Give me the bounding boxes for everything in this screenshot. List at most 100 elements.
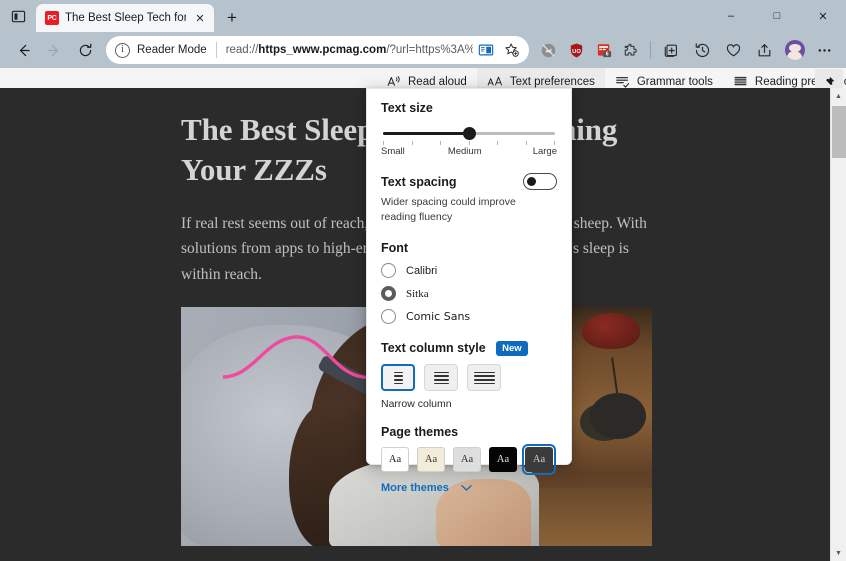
slider-tick [440,141,441,145]
theme-sample-text: Aa [424,454,438,466]
extension-icon-puzzle[interactable] [618,36,645,64]
theme-dark-gray-swatch[interactable]: Aa [522,444,556,476]
tab-search-icon[interactable] [5,4,31,28]
close-button[interactable]: ✕ [800,0,846,32]
grammar-tools-icon [615,74,630,89]
pcmag-favicon: PC [45,11,59,25]
column-line [473,382,495,385]
text-spacing-row: Text spacing [381,173,557,190]
more-themes-link[interactable]: More themes [381,482,449,494]
window-controls: – □ ✕ [708,0,846,32]
font-option-sitka[interactable]: Sitka [381,286,557,302]
theme-sepia-swatch[interactable]: Aa [417,447,445,473]
hero-floor [532,487,652,546]
theme-sample-text: Aa [388,454,402,466]
font-option-calibri[interactable]: Calibri [381,263,557,279]
column-line [433,382,449,385]
column-line [433,378,449,381]
column-style-label: Text column style [381,341,486,356]
slider-tick [525,141,527,145]
font-heading: Font [381,241,409,256]
browser-tab[interactable]: PC The Best Sleep Tech for Catching ✕ [36,4,214,32]
heart-icon[interactable] [718,36,748,64]
text-size-slider[interactable] [383,127,555,140]
theme-sample-text: Aa [496,454,510,466]
share-icon[interactable] [749,36,779,64]
slider-thumb[interactable] [462,127,476,140]
more-options-icon[interactable] [810,36,840,64]
toggle-knob [527,177,536,186]
address-bar[interactable]: i Reader Mode read://https_www.pcmag.com… [106,36,529,64]
column-line [473,375,495,377]
toolbar-divider [650,41,652,59]
forward-arrow-icon[interactable] [39,36,69,64]
page-theme-options: Aa Aa Aa Aa Aa [381,444,557,476]
url-prefix: read:// [225,44,259,56]
maximize-button[interactable]: □ [754,0,800,32]
new-tab-button[interactable]: + [218,4,246,32]
new-badge: New [496,341,528,357]
slider-label-medium: Medium [447,146,482,157]
profile-avatar[interactable] [780,36,809,64]
theme-gray-swatch[interactable]: Aa [453,447,481,473]
column-style-narrow-button[interactable] [381,364,415,392]
back-arrow-icon[interactable] [8,36,38,64]
slider-ticks [383,141,555,145]
minimize-button[interactable]: – [708,0,754,32]
favorite-star-icon[interactable] [499,38,525,62]
text-size-heading: Text size [381,101,433,115]
theme-sample-text: Aa [532,454,546,466]
svg-text:6: 6 [605,51,608,57]
url-domain: https_www.pcmag.com [258,44,387,56]
text-preferences-flyout: Text size Small Medium Large Text spacin… [366,88,572,494]
radio-calibri[interactable] [381,263,396,279]
collections-icon[interactable] [656,36,686,64]
history-icon[interactable] [687,36,717,64]
extension-icon-calendar[interactable]: 6 [591,36,618,64]
text-preferences-icon [487,74,503,89]
tab-actions [0,0,36,32]
vertical-scrollbar[interactable]: ▲ ▼ [830,88,846,561]
text-spacing-toggle[interactable] [523,173,557,190]
immersive-reader-icon[interactable] [473,38,499,62]
column-line [393,378,403,381]
theme-black-swatch[interactable]: Aa [489,447,517,473]
text-preferences-label: Text preferences [509,75,595,88]
site-info-icon[interactable]: i [115,42,130,58]
tab-close-icon[interactable]: ✕ [192,10,208,26]
column-style-moderate-button[interactable] [424,364,458,392]
column-style-wide-button[interactable] [467,364,501,392]
url-suffix: /?url=https%3A%2... [386,44,473,56]
column-line [473,378,495,381]
slider-tick [554,141,555,145]
scroll-up-arrow[interactable]: ▲ [831,88,846,104]
refresh-icon[interactable] [70,36,100,64]
svg-text:UO: UO [572,48,581,54]
extension-icon-shield[interactable]: UO [563,36,590,64]
slider-tick [411,141,413,145]
more-themes-row[interactable]: More themes [381,482,557,494]
scroll-down-arrow[interactable]: ▼ [831,545,846,561]
url-text[interactable]: read://https_www.pcmag.com/?url=https%3A… [226,44,473,56]
text-spacing-description: Wider spacing could improve reading flue… [381,196,516,224]
browser-window: PC The Best Sleep Tech for Catching ✕ + … [0,0,846,561]
page-themes-heading: Page themes [381,425,459,440]
column-line [393,371,403,374]
scrollbar-thumb[interactable] [832,106,846,158]
navigation-bar: i Reader Mode read://https_www.pcmag.com… [0,32,846,68]
font-label-calibri: Calibri [406,264,438,277]
extension-icon-gray[interactable] [535,36,562,64]
slider-tick [383,141,384,145]
hero-mug [582,312,640,349]
slider-label-small: Small [381,146,405,157]
radio-comic-sans[interactable] [381,309,396,325]
slider-tick [497,141,498,145]
font-label-comic-sans: Comic Sans [406,310,471,324]
read-aloud-label: Read aloud [408,75,467,88]
chevron-down-icon[interactable] [461,484,472,492]
theme-default-swatch[interactable]: Aa [381,447,409,473]
tab-title: The Best Sleep Tech for Catching [65,12,186,24]
radio-sitka[interactable] [381,286,396,302]
omnibox-divider [215,42,217,58]
font-option-comic-sans[interactable]: Comic Sans [381,309,557,325]
